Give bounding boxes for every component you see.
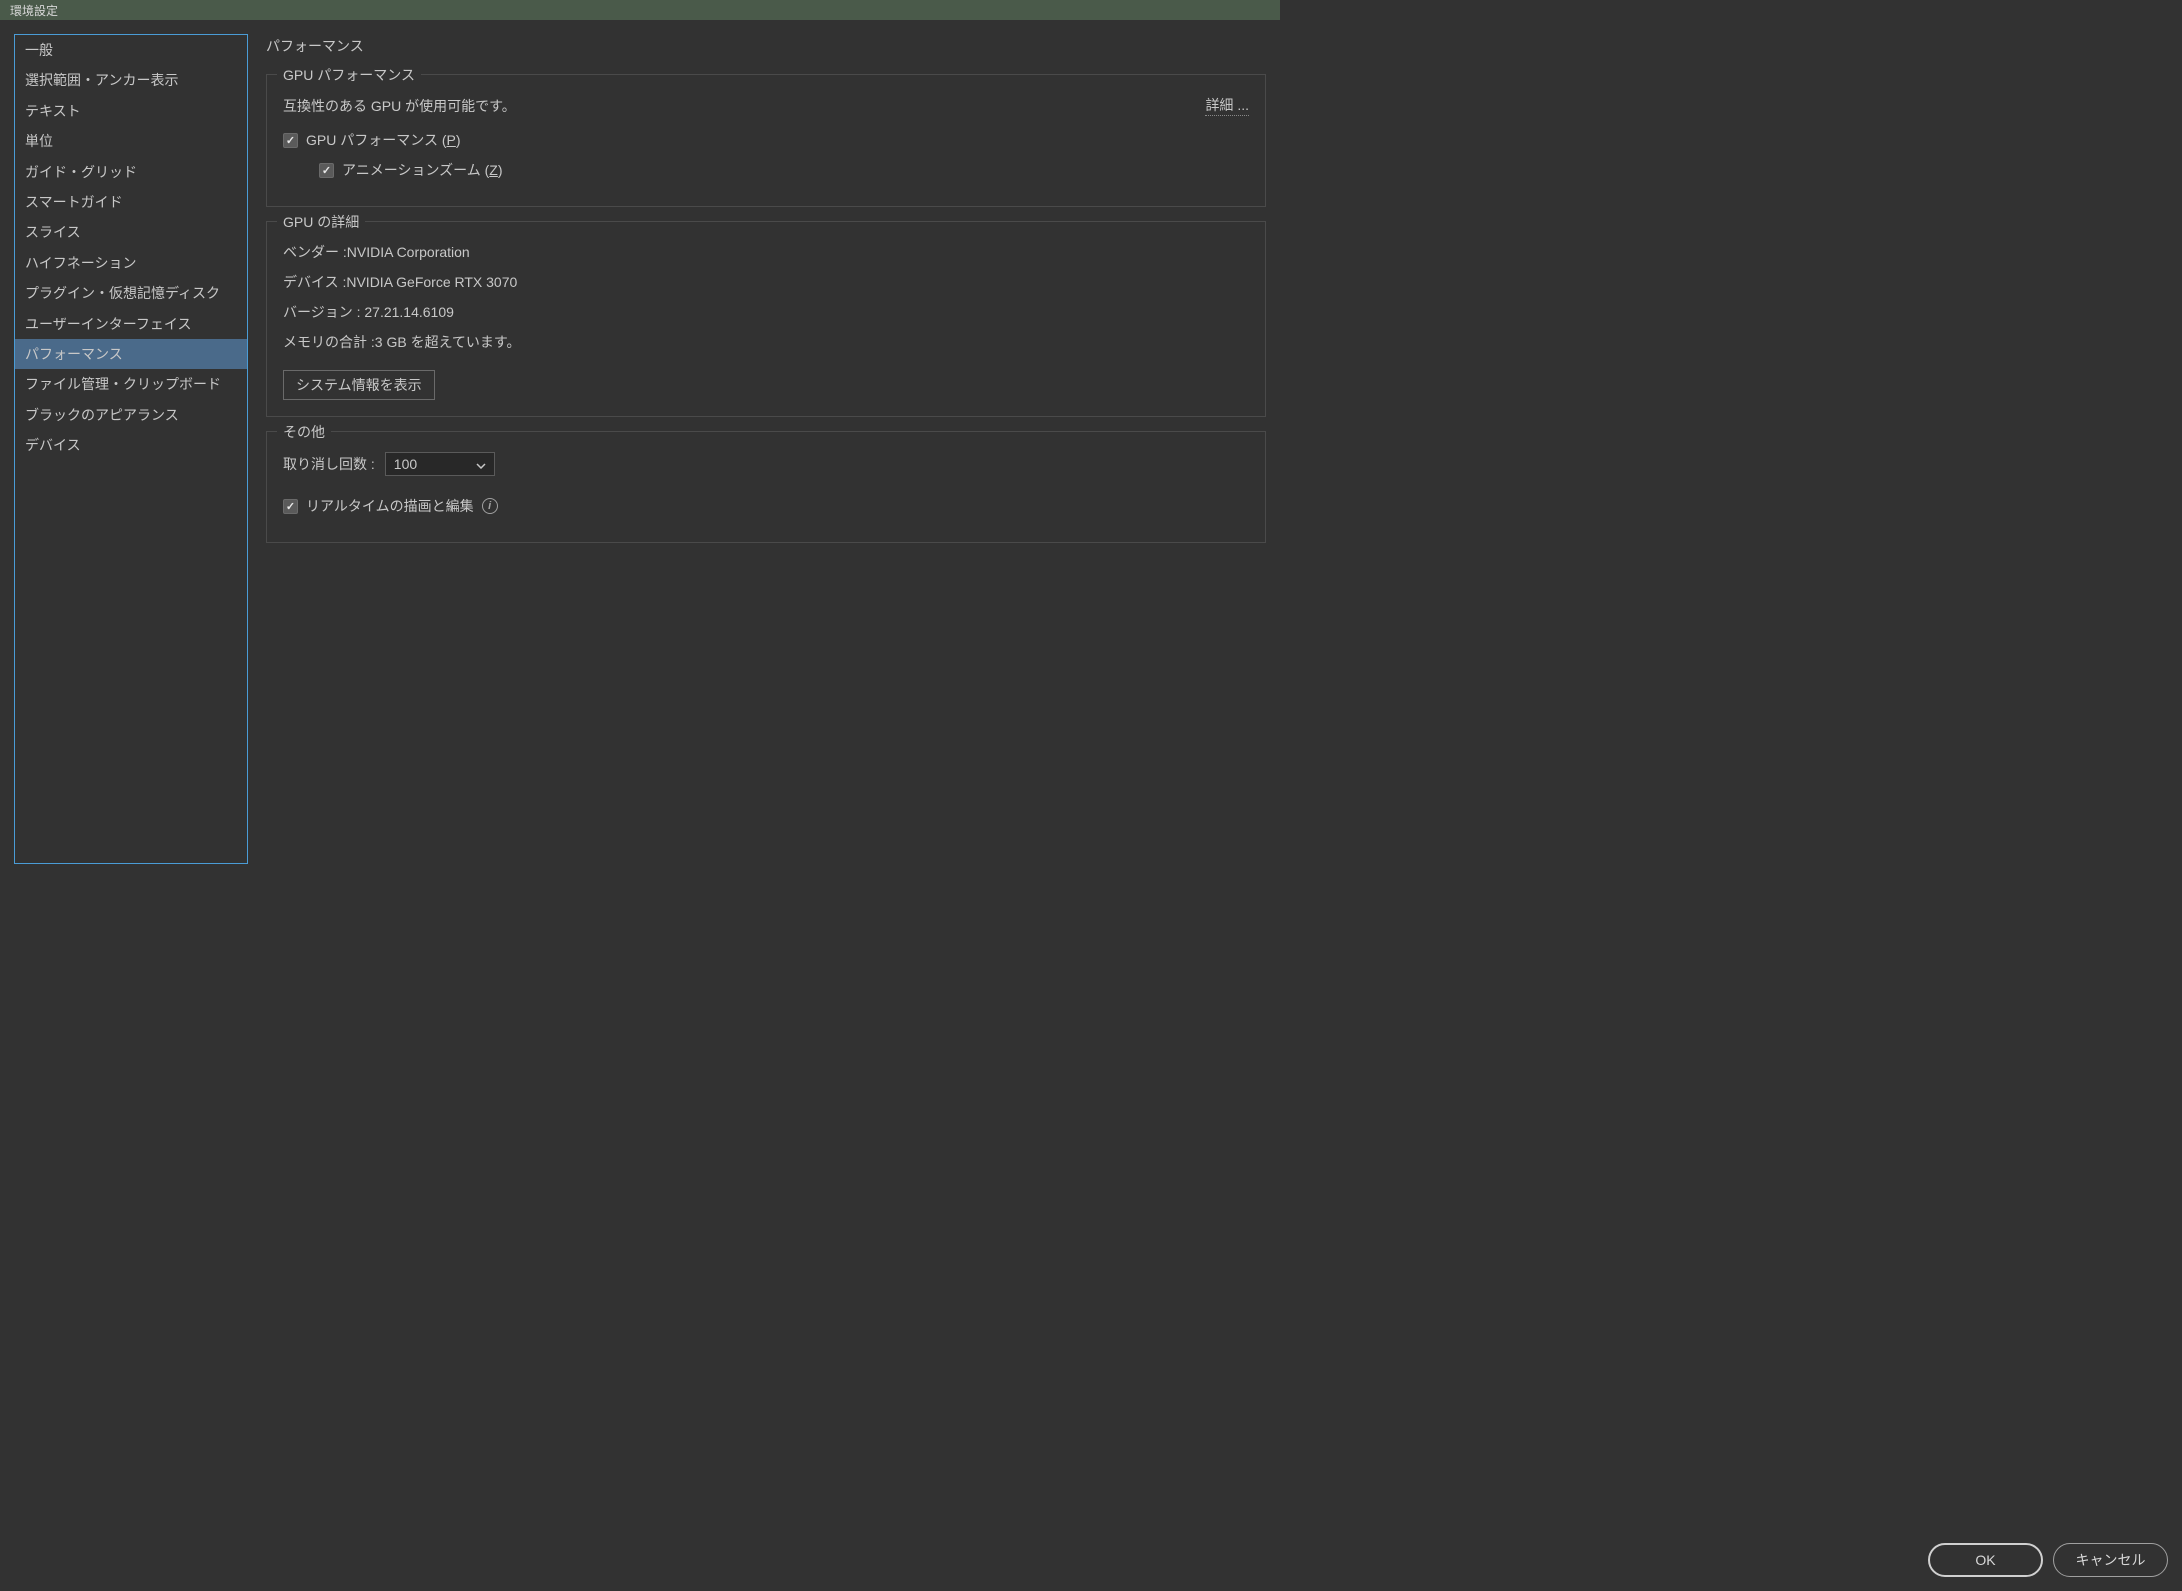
realtime-draw-edit-row: リアルタイムの描画と編集 i xyxy=(283,496,1249,516)
dialog-footer: OK キャンセル xyxy=(1928,1543,2168,1577)
page-title: パフォーマンス xyxy=(266,36,1266,56)
gpu-performance-legend: GPU パフォーマンス xyxy=(277,65,421,85)
gpu-device: デバイス :NVIDIA GeForce RTX 3070 xyxy=(283,272,1249,292)
realtime-draw-edit-checkbox[interactable] xyxy=(283,499,298,514)
gpu-performance-group: GPU パフォーマンス 互換性のある GPU が使用可能です。 詳細 ... G… xyxy=(266,74,1266,207)
sidebar-item-devices[interactable]: デバイス xyxy=(15,430,247,460)
gpu-performance-checkbox[interactable] xyxy=(283,133,298,148)
sidebar-item-file-clipboard[interactable]: ファイル管理・クリップボード xyxy=(15,369,247,399)
chevron-down-icon xyxy=(476,456,486,472)
sidebar-item-plugins-scratch[interactable]: プラグイン・仮想記憶ディスク xyxy=(15,278,247,308)
info-icon[interactable]: i xyxy=(482,498,498,514)
sidebar-item-black-appearance[interactable]: ブラックのアピアランス xyxy=(15,400,247,430)
sidebar-item-guides-grid[interactable]: ガイド・グリッド xyxy=(15,157,247,187)
gpu-status-row: 互換性のある GPU が使用可能です。 詳細 ... xyxy=(283,95,1249,116)
sidebar-item-general[interactable]: 一般 xyxy=(15,35,247,65)
undo-count-select[interactable]: 100 xyxy=(385,452,495,476)
sidebar-item-hyphenation[interactable]: ハイフネーション xyxy=(15,248,247,278)
title-bar: 環境設定 xyxy=(0,0,1280,20)
gpu-details-group: GPU の詳細 ベンダー :NVIDIA Corporation デバイス :N… xyxy=(266,221,1266,417)
other-legend: その他 xyxy=(277,422,331,442)
sidebar-item-units[interactable]: 単位 xyxy=(15,126,247,156)
animation-zoom-checkbox[interactable] xyxy=(319,163,334,178)
undo-count-row: 取り消し回数 : 100 xyxy=(283,452,1249,476)
system-info-button[interactable]: システム情報を表示 xyxy=(283,370,435,400)
animation-zoom-checkbox-row: アニメーションズーム (Z) xyxy=(319,160,1249,180)
sidebar-item-selection-anchor[interactable]: 選択範囲・アンカー表示 xyxy=(15,65,247,95)
realtime-draw-edit-label: リアルタイムの描画と編集 xyxy=(306,496,474,516)
dialog-body: 一般 選択範囲・アンカー表示 テキスト 単位 ガイド・グリッド スマートガイド … xyxy=(0,20,1280,878)
gpu-details-legend: GPU の詳細 xyxy=(277,212,365,232)
undo-count-value: 100 xyxy=(394,456,417,472)
gpu-performance-checkbox-row: GPU パフォーマンス (P) xyxy=(283,130,1249,150)
gpu-version: バージョン : 27.21.14.6109 xyxy=(283,302,1249,322)
ok-button[interactable]: OK xyxy=(1928,1543,2043,1577)
sidebar: 一般 選択範囲・アンカー表示 テキスト 単位 ガイド・グリッド スマートガイド … xyxy=(14,34,248,864)
title-bar-text: 環境設定 xyxy=(10,2,58,19)
other-group: その他 取り消し回数 : 100 リアルタイムの描画と編集 i xyxy=(266,431,1266,543)
gpu-memory: メモリの合計 :3 GB を超えています。 xyxy=(283,332,1249,352)
gpu-performance-checkbox-label: GPU パフォーマンス (P) xyxy=(306,130,461,150)
sidebar-item-text[interactable]: テキスト xyxy=(15,96,247,126)
sidebar-item-user-interface[interactable]: ユーザーインターフェイス xyxy=(15,309,247,339)
sidebar-item-slices[interactable]: スライス xyxy=(15,217,247,247)
cancel-button[interactable]: キャンセル xyxy=(2053,1543,2168,1577)
gpu-vendor: ベンダー :NVIDIA Corporation xyxy=(283,242,1249,262)
animation-zoom-checkbox-label: アニメーションズーム (Z) xyxy=(342,160,503,180)
gpu-details-link[interactable]: 詳細 ... xyxy=(1205,95,1249,116)
undo-count-label: 取り消し回数 : xyxy=(283,454,375,474)
main-content: パフォーマンス GPU パフォーマンス 互換性のある GPU が使用可能です。 … xyxy=(266,34,1266,864)
sidebar-item-performance[interactable]: パフォーマンス xyxy=(15,339,247,369)
sidebar-item-smart-guides[interactable]: スマートガイド xyxy=(15,187,247,217)
gpu-status-text: 互換性のある GPU が使用可能です。 xyxy=(283,96,516,116)
